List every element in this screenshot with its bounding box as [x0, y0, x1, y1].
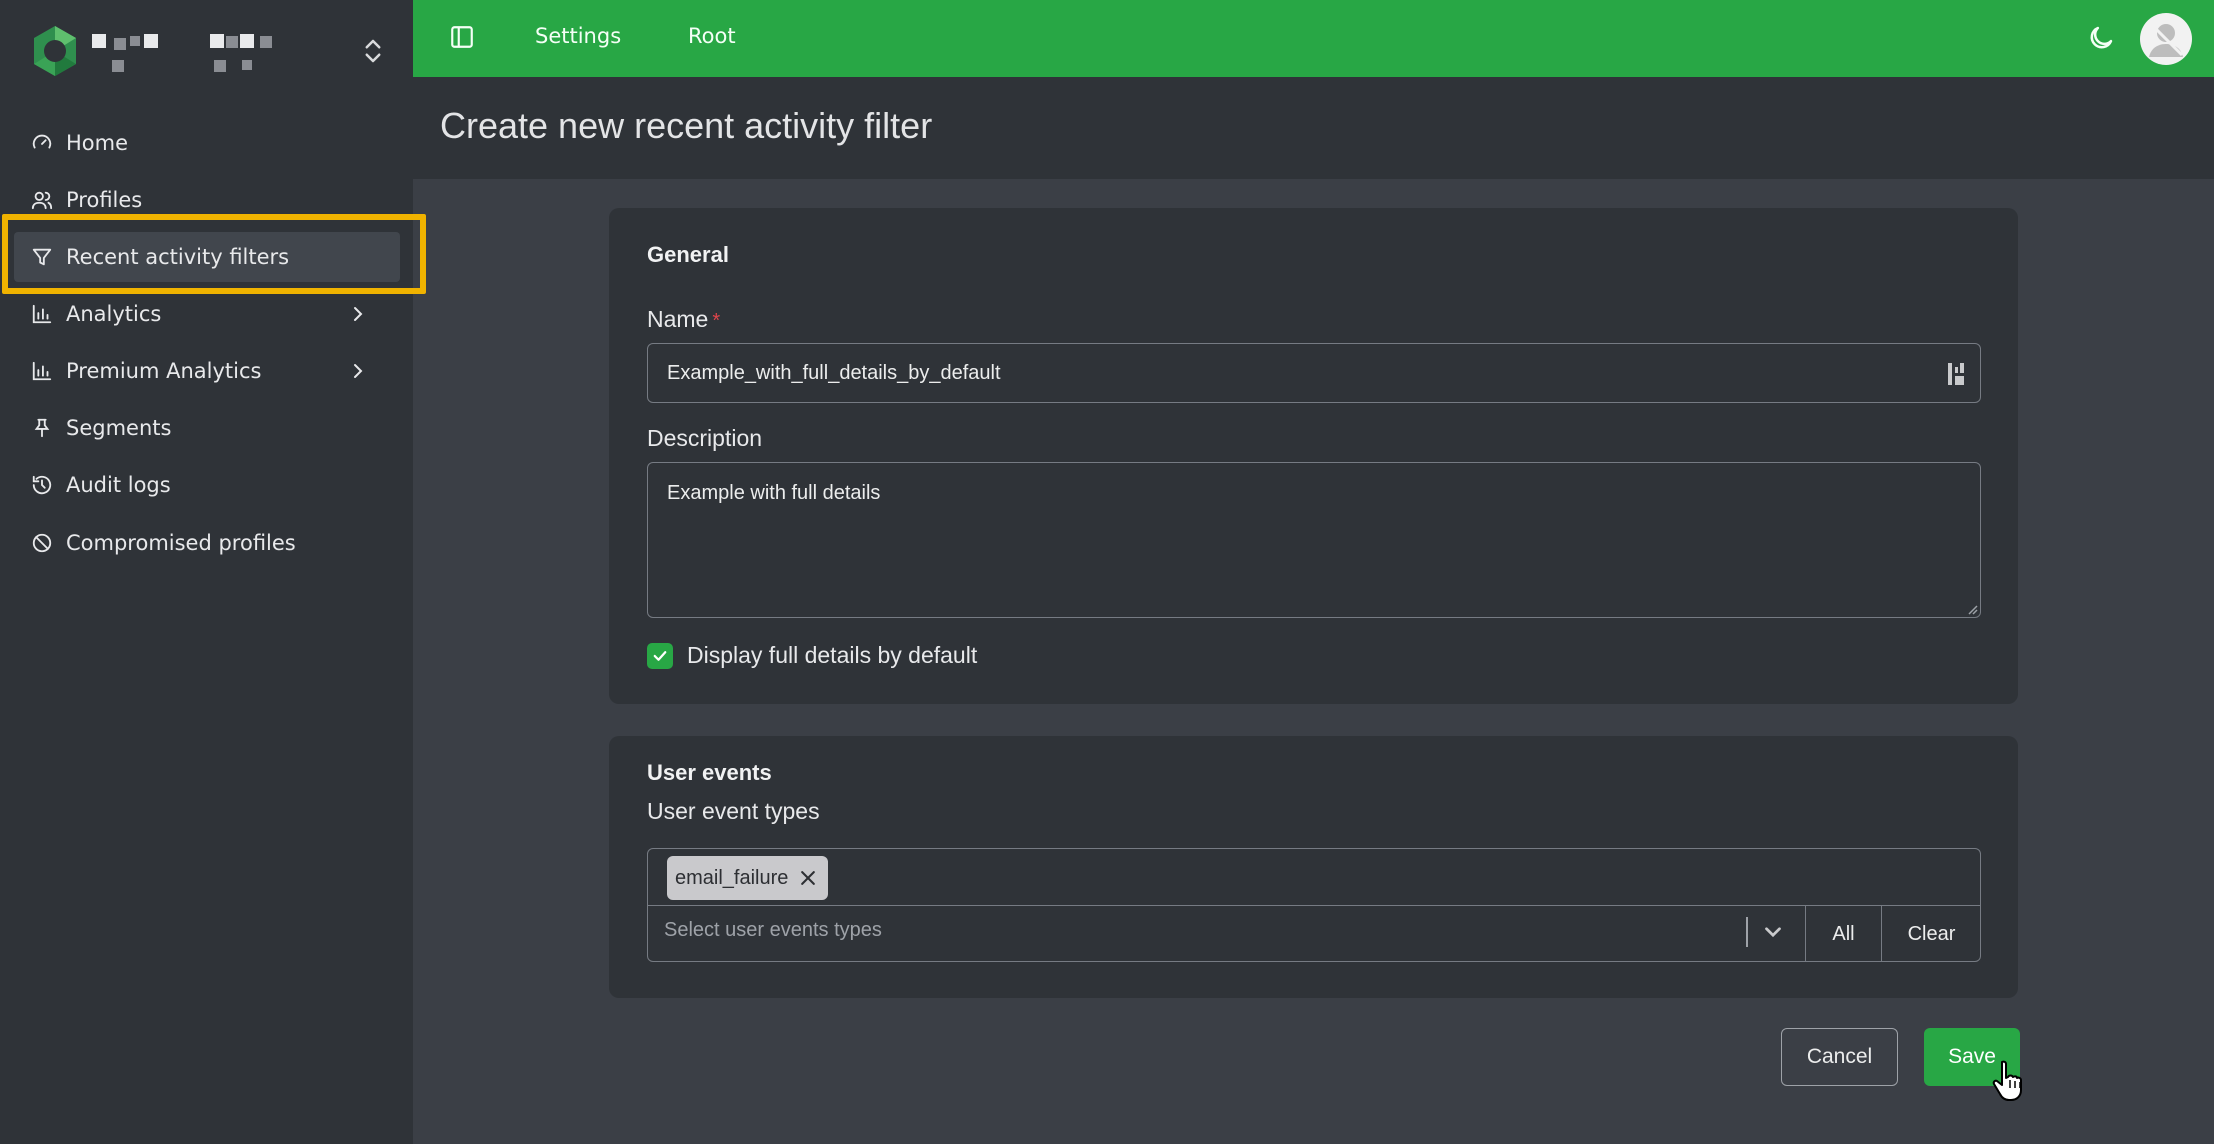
sidebar-item-audit-logs[interactable]: Audit logs: [14, 460, 400, 510]
sidebar-item-label: Analytics: [66, 302, 162, 326]
resize-handle-icon[interactable]: [1964, 601, 1978, 615]
save-button[interactable]: Save: [1924, 1028, 2020, 1086]
sidebar-item-premium-analytics[interactable]: Premium Analytics: [14, 346, 400, 396]
display-full-details-label: Display full details by default: [687, 642, 978, 668]
brand-logo-icon: [34, 26, 76, 76]
required-mark: *: [712, 310, 721, 332]
sidebar-item-analytics[interactable]: Analytics: [14, 289, 400, 339]
tag-email-failure: email_failure: [667, 856, 829, 900]
close-icon[interactable]: [798, 868, 818, 888]
moon-icon[interactable]: [2086, 23, 2116, 53]
chevron-right-icon: [354, 307, 363, 321]
sidebar-item-label: Profiles: [66, 188, 143, 212]
sidebar-item-label: Recent activity filters: [66, 245, 290, 269]
chevron-right-icon: [354, 364, 363, 378]
description-label: Description: [647, 425, 763, 451]
bar-chart-icon: [30, 359, 54, 383]
chevron-down-icon[interactable]: [1760, 919, 1786, 945]
sidebar-toggle-icon[interactable]: [449, 24, 475, 50]
general-heading: General: [647, 242, 729, 267]
history-icon: [30, 473, 54, 497]
name-label-text: Name: [647, 306, 709, 332]
avatar[interactable]: [2140, 13, 2192, 65]
sidebar-item-label: Compromised profiles: [66, 531, 296, 555]
pin-icon: [30, 416, 54, 440]
top-bar: Settings Root: [413, 0, 2214, 77]
sidebar-item-label: Segments: [66, 416, 172, 440]
users-icon: [30, 188, 54, 212]
selected-tags-area: email_failure: [648, 849, 1980, 906]
display-full-details-checkbox[interactable]: [647, 642, 673, 669]
sidebar-item-segments[interactable]: Segments: [14, 403, 400, 453]
gauge-icon: [30, 131, 54, 155]
sidebar-item-label: Home: [66, 131, 129, 155]
topbar-link-settings[interactable]: Settings: [535, 24, 621, 48]
brand-switcher[interactable]: [28, 24, 388, 80]
name-label: Name *: [647, 306, 720, 333]
password-manager-icon[interactable]: [1946, 361, 1968, 387]
sidebar: Home Profiles Recent activity filters An…: [0, 0, 426, 1144]
topbar-link-root[interactable]: Root: [688, 24, 736, 48]
filter-icon: [30, 245, 54, 269]
bar-chart-icon: [30, 302, 54, 326]
name-field[interactable]: Example_with_full_details_by_default: [647, 343, 1981, 403]
user-event-types-label: User event types: [647, 798, 820, 824]
ban-icon: [30, 531, 54, 555]
select-all-button[interactable]: All: [1805, 906, 1881, 962]
sidebar-item-compromised-profiles[interactable]: Compromised profiles: [14, 518, 400, 568]
name-field-value: Example_with_full_details_by_default: [667, 361, 1001, 384]
clear-button[interactable]: Clear: [1881, 906, 1981, 962]
user-icon: [2148, 21, 2184, 57]
sidebar-item-label: Premium Analytics: [66, 359, 262, 383]
app-window: Home Profiles Recent activity filters An…: [0, 0, 2214, 1144]
chevron-up-down-icon[interactable]: [358, 36, 388, 66]
sidebar-item-recent-activity-filters[interactable]: Recent activity filters: [14, 232, 400, 282]
sidebar-item-profiles[interactable]: Profiles: [14, 175, 400, 225]
sidebar-item-label: Audit logs: [66, 473, 171, 497]
description-field-value: Example with full details: [667, 482, 881, 504]
page-title: Create new recent activity filter: [440, 105, 933, 146]
divider: [1746, 917, 1748, 947]
display-full-details-row[interactable]: Display full details by default: [647, 642, 977, 669]
user-events-heading: User events: [647, 760, 772, 785]
tag-label: email_failure: [675, 866, 789, 889]
cancel-button[interactable]: Cancel: [1781, 1028, 1898, 1086]
checkmark-icon: [653, 650, 667, 661]
page-header: Create new recent activity filter: [413, 77, 2214, 179]
user-event-types-multiselect[interactable]: email_failure Select user events types A…: [647, 848, 1981, 962]
sidebar-item-home[interactable]: Home: [14, 118, 400, 168]
description-field[interactable]: Example with full details: [647, 462, 1981, 618]
general-card: General Name * Example_with_full_details_…: [609, 208, 2018, 704]
user-events-card: User events User event types email_failu…: [609, 736, 2018, 998]
user-event-types-search[interactable]: Select user events types: [664, 919, 882, 942]
